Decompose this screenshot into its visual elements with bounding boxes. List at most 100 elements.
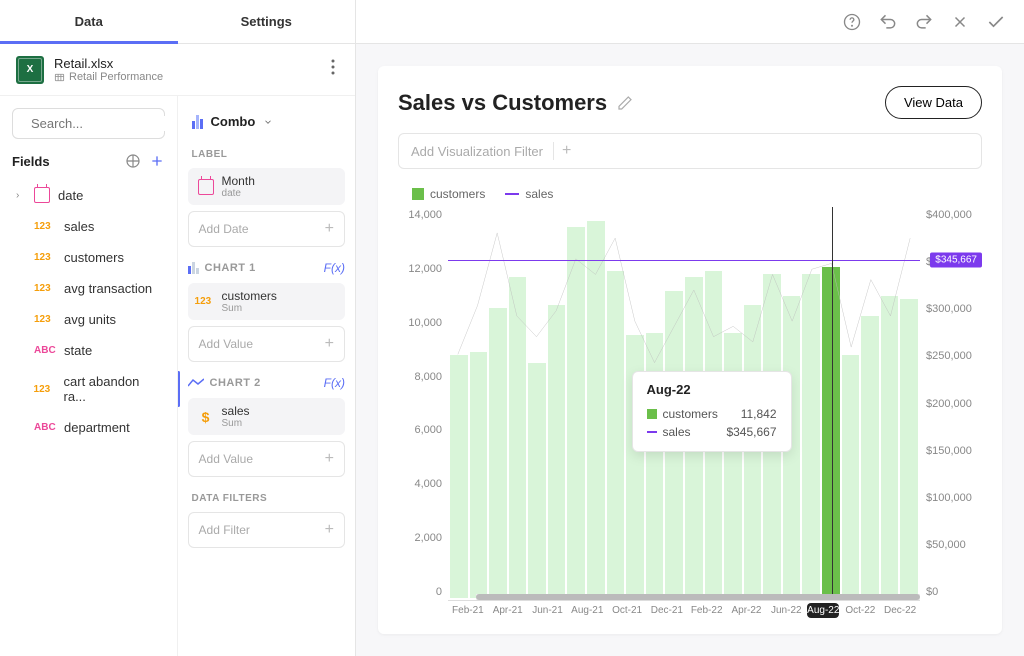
legend-sales[interactable]: sales	[505, 187, 553, 201]
x-tick: Aug-22	[807, 603, 839, 618]
file-name: Retail.xlsx	[54, 56, 327, 71]
plot-area[interactable]: 14,00012,00010,0008,0006,0004,0002,0000 …	[398, 207, 982, 622]
plot[interactable]: $345,667 Aug-22 customers 11,842 sales $…	[448, 207, 920, 622]
field-label: date	[58, 188, 83, 203]
reference-value-badge: $345,667	[930, 253, 982, 268]
number-type-icon: 123	[34, 221, 56, 232]
field-label: state	[64, 343, 92, 358]
tab-data[interactable]: Data	[0, 0, 178, 43]
field-state[interactable]: ABC state	[12, 335, 165, 366]
x-tick: Apr-22	[727, 601, 767, 622]
file-header: X Retail.xlsx Retail Performance	[0, 44, 355, 96]
left-pane: X Retail.xlsx Retail Performance Fields	[0, 44, 356, 656]
add-viz-filter[interactable]: Add Visualization Filter +	[398, 133, 982, 169]
y-tick: $50,000	[926, 539, 966, 551]
add-filter-button[interactable]: Add Filter+	[188, 512, 345, 548]
field-label: customers	[64, 250, 124, 265]
field-avg-units[interactable]: 123avg units	[12, 304, 165, 335]
number-type-icon: 123	[34, 384, 56, 395]
filters-section: DATA FILTERS	[192, 493, 345, 504]
chart-card: Sales vs Customers View Data Add Visuali…	[378, 66, 1002, 634]
content: X Retail.xlsx Retail Performance Fields	[0, 44, 1024, 656]
y-tick: 0	[436, 586, 442, 598]
chart1-pill-customers[interactable]: 123 customers Sum	[188, 283, 345, 320]
y-tick: 12,000	[408, 263, 442, 275]
tooltip: Aug-22 customers 11,842 sales $345,667	[632, 371, 792, 452]
globe-icon[interactable]	[125, 153, 141, 169]
chart2-pill-sales[interactable]: $ sales Sum	[188, 398, 345, 435]
crosshair	[832, 207, 833, 598]
label-pill-month[interactable]: Month date	[188, 168, 345, 205]
y-tick: 4,000	[414, 478, 442, 490]
plus-icon: +	[325, 220, 334, 238]
add-value-chart1[interactable]: Add Value+	[188, 326, 345, 362]
fields-column: Fields ›date 123 sales 123 customers 123avg t…	[0, 96, 178, 656]
tab-settings[interactable]: Settings	[178, 0, 356, 43]
add-date-button[interactable]: Add Date+	[188, 211, 345, 247]
add-value-chart2[interactable]: Add Value+	[188, 441, 345, 477]
top-actions	[356, 0, 1024, 43]
search-input[interactable]	[31, 116, 178, 131]
fields-header: Fields	[12, 153, 165, 169]
x-tick: Feb-22	[687, 601, 727, 622]
calendar-icon	[34, 187, 50, 203]
number-type-icon: 123	[34, 314, 56, 325]
redo-icon[interactable]	[912, 10, 936, 34]
y-axis-left: 14,00012,00010,0008,0006,0004,0002,0000	[398, 207, 448, 622]
search-box[interactable]	[12, 108, 165, 139]
dollar-icon: $	[202, 409, 210, 425]
help-icon[interactable]	[840, 10, 864, 34]
y-tick: $400,000	[926, 209, 972, 221]
plus-icon: +	[553, 142, 571, 160]
legend-customers[interactable]: customers	[412, 187, 485, 201]
reference-line: $345,667	[448, 260, 920, 261]
x-tick: Oct-21	[607, 601, 647, 622]
scroll-indicator	[178, 371, 180, 407]
field-label: cart abandon ra...	[64, 374, 161, 404]
field-date[interactable]: ›date	[12, 179, 165, 211]
field-cart-abandon-ra-[interactable]: 123 cart abandon ra...	[12, 366, 165, 412]
y-tick: 14,000	[408, 209, 442, 221]
undo-icon[interactable]	[876, 10, 900, 34]
bar-chart-icon	[188, 262, 199, 274]
chart1-title: CHART 1	[205, 262, 256, 274]
more-icon[interactable]	[327, 55, 339, 84]
x-axis: Feb-21Apr-21Jun-21Aug-21Oct-21Dec-21Feb-…	[448, 600, 920, 622]
fields-title: Fields	[12, 154, 50, 169]
field-sales[interactable]: 123 sales	[12, 211, 165, 242]
fx-chart2[interactable]: F(x)	[324, 376, 345, 390]
y-tick: 2,000	[414, 532, 442, 544]
fx-chart1[interactable]: F(x)	[324, 261, 345, 275]
view-data-button[interactable]: View Data	[885, 86, 982, 119]
line-chart-icon	[188, 378, 204, 388]
field-customers[interactable]: 123 customers	[12, 242, 165, 273]
field-department[interactable]: ABC department	[12, 412, 165, 443]
label-section: LABEL	[192, 149, 345, 160]
field-label: department	[64, 420, 130, 435]
plus-icon: +	[325, 335, 334, 353]
x-tick: Jun-22	[766, 601, 806, 622]
add-field-icon[interactable]	[149, 153, 165, 169]
x-tick: Apr-21	[488, 601, 528, 622]
field-avg-transaction[interactable]: 123avg transaction	[12, 273, 165, 304]
confirm-icon[interactable]	[984, 10, 1008, 34]
pill-title: Month	[222, 174, 255, 188]
text-type-icon: ABC	[34, 345, 56, 356]
y-tick: $100,000	[926, 492, 972, 504]
combo-icon	[192, 115, 203, 129]
chevron-down-icon	[263, 117, 273, 127]
field-label: sales	[64, 219, 94, 234]
plus-icon: +	[325, 450, 334, 468]
number-type-icon: 123	[34, 283, 56, 294]
chart-type-selector[interactable]: Combo	[188, 108, 345, 135]
plus-icon: +	[325, 521, 334, 539]
x-tick: Dec-21	[647, 601, 687, 622]
pencil-icon[interactable]	[617, 95, 633, 111]
pill-sub: date	[222, 188, 255, 199]
text-type-icon: ABC	[34, 422, 56, 433]
y-tick: 10,000	[408, 317, 442, 329]
line-swatch-icon	[647, 431, 657, 433]
close-icon[interactable]	[948, 10, 972, 34]
number-type-icon: 123	[34, 252, 56, 263]
y-tick: 8,000	[414, 371, 442, 383]
